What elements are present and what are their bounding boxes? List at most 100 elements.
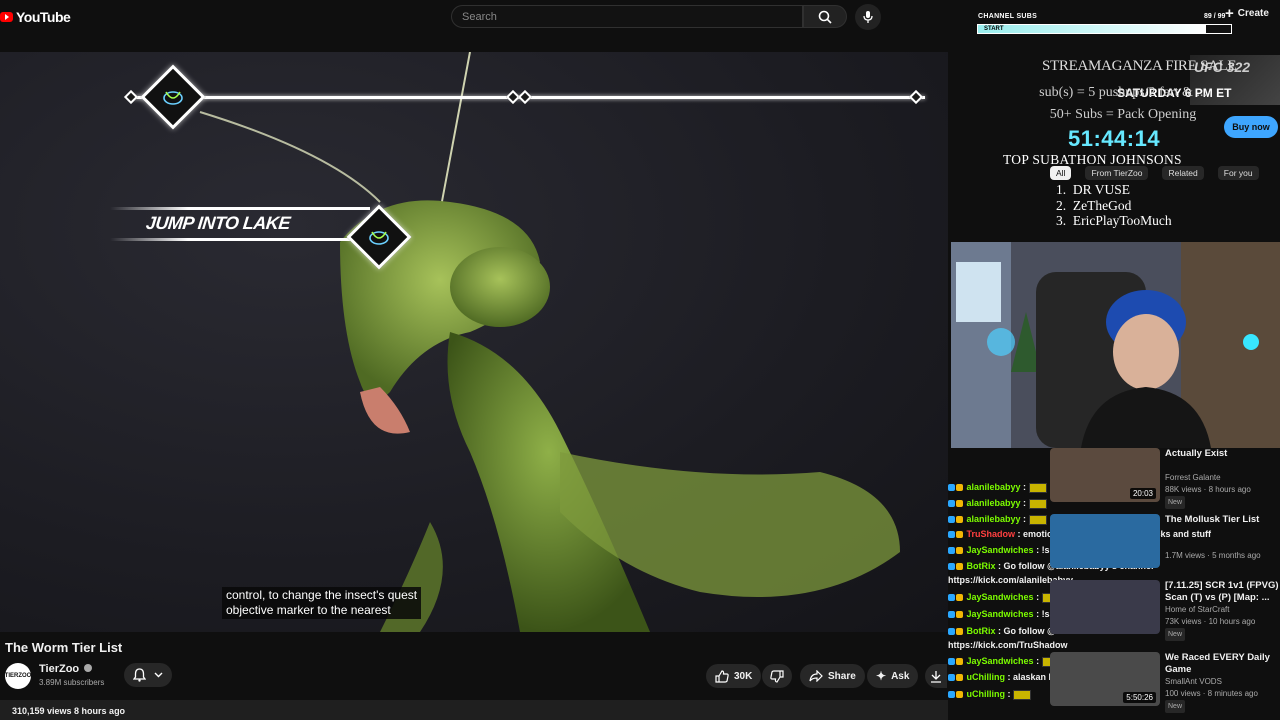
ask-button[interactable]: ✦ Ask (867, 664, 919, 688)
create-button[interactable]: + Create (1225, 4, 1269, 22)
chat-username[interactable]: TruShadow (967, 529, 1016, 539)
plus-icon: + (1225, 4, 1234, 22)
like-button[interactable]: 30K (706, 664, 762, 688)
chat-badge-icon (956, 691, 963, 699)
recommended-stats: 73K views · 10 hours ago (1165, 617, 1256, 626)
chat-badge-icon (956, 547, 963, 555)
dislike-button[interactable] (762, 664, 792, 688)
subs-start-label: START (984, 26, 1004, 32)
chat-username[interactable]: JaySandwiches (967, 545, 1034, 555)
buy-now-button[interactable]: Buy now (1224, 116, 1278, 138)
recommended-video[interactable]: 20:03 Actually Exist Forrest Galante 88K vi… (1050, 448, 1280, 512)
recommended-title[interactable]: Actually Exist (1165, 448, 1280, 460)
chat-username[interactable]: JaySandwiches (967, 592, 1034, 602)
chat-badge-icon (956, 516, 963, 524)
channel-subs-label: CHANNEL SUBS (978, 13, 1038, 20)
recommended-channel[interactable]: SmallAnt VODS (1165, 676, 1222, 687)
chat-badge-icon (948, 484, 955, 492)
chat-badge-icon (956, 500, 963, 508)
chat-separator: : (1015, 529, 1024, 539)
chat-separator: : (1033, 545, 1042, 555)
chat-username[interactable]: uChilling (967, 672, 1006, 682)
streamer-webcam (951, 242, 1280, 448)
chat-username[interactable]: uChilling (967, 689, 1006, 699)
chat-message: uChilling : (948, 689, 1032, 700)
video-thumbnail[interactable] (1050, 580, 1160, 634)
chat-message: JaySandwiches : (948, 656, 1060, 667)
chat-username[interactable]: alanilebabyy (967, 514, 1021, 524)
microphone-icon (863, 11, 873, 23)
chip-related[interactable]: Related (1162, 166, 1204, 180)
notifications-button[interactable] (124, 663, 172, 687)
search-box[interactable] (451, 5, 803, 28)
voice-search-button[interactable] (855, 4, 881, 30)
create-label: Create (1237, 8, 1269, 19)
chat-username[interactable]: JaySandwiches (967, 656, 1034, 666)
chat-badge-icon (956, 611, 963, 619)
share-button[interactable]: Share (800, 664, 865, 688)
recommended-video[interactable]: [7.11.25] SCR 1v1 (FPVG) Scan (T) vs (P)… (1050, 580, 1280, 644)
recommended-stats: 88K views · 8 hours ago (1165, 485, 1251, 494)
video-thumbnail[interactable] (1050, 514, 1160, 568)
recommended-video[interactable]: The Mollusk Tier List 1.7M views · 5 mont… (1050, 514, 1280, 578)
ask-label: Ask (891, 670, 910, 682)
download-button[interactable] (925, 664, 947, 688)
thumbs-up-icon (715, 669, 729, 683)
search-input[interactable] (452, 6, 802, 27)
youtube-logo[interactable]: YouTube (0, 9, 71, 25)
chip-for-you[interactable]: For you (1217, 166, 1259, 180)
quest-banner: JUMP INTO LAKE (110, 207, 380, 241)
chat-separator: : (1005, 689, 1014, 699)
logo-text: YouTube (16, 9, 71, 25)
chat-badge-icon (948, 674, 955, 682)
recommended-title[interactable]: [7.11.25] SCR 1v1 (FPVG) Scan (T) vs (P)… (1165, 580, 1280, 604)
recommended-channel[interactable]: Forrest Galante (1165, 472, 1221, 483)
banner-top-line (110, 207, 370, 210)
subathon-timer: 51:44:14 (1068, 126, 1161, 151)
recommended-video[interactable]: 5:50:26 We Raced EVERY Daily Game SmallAnt… (1050, 652, 1280, 716)
chat-separator: : (995, 561, 1004, 571)
chat-username[interactable]: BotRix (967, 626, 996, 636)
video-thumbnail[interactable]: 20:03 (1050, 448, 1160, 502)
worm-icon (163, 91, 183, 105)
chip-all[interactable]: All (1050, 166, 1072, 180)
video-duration: 20:03 (1129, 488, 1156, 499)
chat-badge-icon (948, 531, 955, 539)
chat-badge-icon (956, 563, 963, 571)
channel-name[interactable]: TierZoo (39, 663, 93, 675)
chip-from-channel[interactable]: From TierZoo (1085, 166, 1149, 180)
chevron-down-icon (154, 672, 163, 678)
chat-username[interactable]: alanilebabyy (967, 482, 1021, 492)
search-icon (818, 10, 832, 24)
chat-badge-icon (948, 611, 955, 619)
chat-message: alanilebabyy : (948, 482, 1047, 493)
recommended-channel[interactable]: Home of StarCraft (1165, 604, 1229, 615)
video-thumbnail[interactable]: 5:50:26 (1050, 652, 1160, 706)
recommended-title[interactable]: The Mollusk Tier List (1165, 514, 1280, 526)
recommended-title[interactable]: We Raced EVERY Daily Game (1165, 652, 1280, 676)
download-icon (931, 670, 941, 683)
video-description-bar[interactable]: 310,159 views 8 hours ago (0, 700, 948, 720)
video-player[interactable]: JUMP INTO LAKE control, to change the in… (0, 52, 948, 632)
chat-separator: : (1033, 609, 1042, 619)
chat-username[interactable]: JaySandwiches (967, 609, 1034, 619)
verified-icon (84, 664, 93, 672)
chat-username[interactable]: alanilebabyy (967, 498, 1021, 508)
search-button[interactable] (803, 5, 847, 28)
subs-progress-fill (978, 25, 1206, 33)
chat-badge-icon (948, 563, 955, 571)
chat-username[interactable]: BotRix (967, 561, 996, 571)
banner-bottom-line (110, 238, 370, 241)
chat-emote-icon (1028, 514, 1047, 525)
caption-line-1: control, to change the insect's quest (226, 588, 418, 602)
channel-avatar[interactable]: TIERZOO (5, 663, 31, 689)
chat-badge-icon (956, 674, 963, 682)
chat-badge-icon (956, 594, 963, 602)
video-duration: 5:50:26 (1123, 692, 1156, 703)
channel-subscribers: 3.89M subscribers (39, 678, 105, 687)
rule-1: sub(s) = 5 pushups/2 fart & ... (1039, 85, 1207, 100)
chat-separator: : (1020, 498, 1029, 508)
share-icon (809, 670, 823, 682)
rule-2: 50+ Subs = Pack Opening (1049, 107, 1197, 122)
bell-icon (133, 668, 146, 682)
